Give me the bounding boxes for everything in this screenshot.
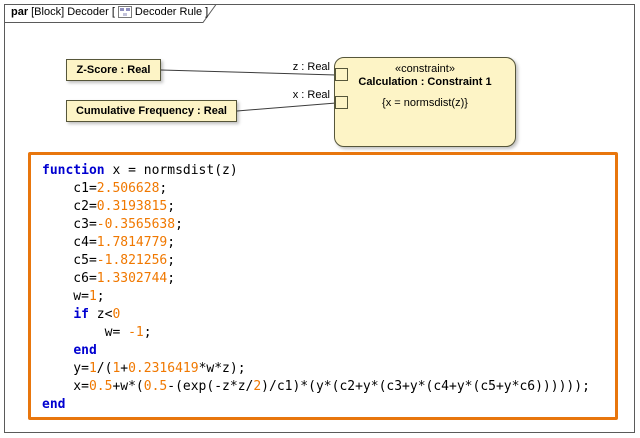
- diagram-frame-tab[interactable]: par [Block] Decoder [ Decoder Rule ]: [4, 4, 218, 23]
- connector-label-x: x : Real: [270, 89, 330, 101]
- code-line: c5=-1.821256;: [42, 252, 611, 270]
- port-x[interactable]: [335, 96, 348, 109]
- code-line: x=0.5+w*(0.5-(exp(-z*z/2)/c1)*(y*(c2+y*(…: [42, 378, 611, 396]
- code-line: w= -1;: [42, 324, 611, 342]
- code-line: c1=2.506628;: [42, 180, 611, 198]
- constraint-stereotype: «constraint»: [335, 63, 515, 75]
- code-line: if z<0: [42, 306, 611, 324]
- tab-context: [Block] Decoder [: [31, 6, 115, 18]
- port-z[interactable]: [335, 68, 348, 81]
- code-line: c4=1.7814779;: [42, 234, 611, 252]
- code-line: end: [42, 342, 611, 360]
- code-line: c3=-0.3565638;: [42, 216, 611, 234]
- code-line: w=1;: [42, 288, 611, 306]
- code-line: end: [42, 396, 611, 414]
- diagram-canvas: par [Block] Decoder [ Decoder Rule ] Z-S…: [0, 0, 640, 438]
- code-block: function x = normsdist(z) c1=2.506628; c…: [31, 155, 615, 414]
- tab-label: par [Block] Decoder [ Decoder Rule ]: [11, 6, 208, 18]
- tab-suffix: ]: [205, 6, 208, 18]
- parametric-diagram-icon: [118, 6, 132, 18]
- param-zscore[interactable]: Z-Score : Real: [66, 59, 161, 81]
- tab-keyword: par: [11, 6, 28, 18]
- constraint-block[interactable]: «constraint» Calculation : Constraint 1 …: [334, 57, 516, 147]
- connector-label-z: z : Real: [270, 61, 330, 73]
- constraint-expression: {x = normsdist(z)}: [335, 97, 515, 109]
- code-line: c2=0.3193815;: [42, 198, 611, 216]
- code-line: c6=1.3302744;: [42, 270, 611, 288]
- code-panel[interactable]: function x = normsdist(z) c1=2.506628; c…: [28, 152, 618, 420]
- param-cumulative-frequency[interactable]: Cumulative Frequency : Real: [66, 100, 237, 122]
- code-line: function x = normsdist(z): [42, 162, 611, 180]
- tab-diagram-name: Decoder Rule: [135, 6, 202, 18]
- constraint-title: Calculation : Constraint 1: [335, 76, 515, 88]
- code-line: y=1/(1+0.2316419*w*z);: [42, 360, 611, 378]
